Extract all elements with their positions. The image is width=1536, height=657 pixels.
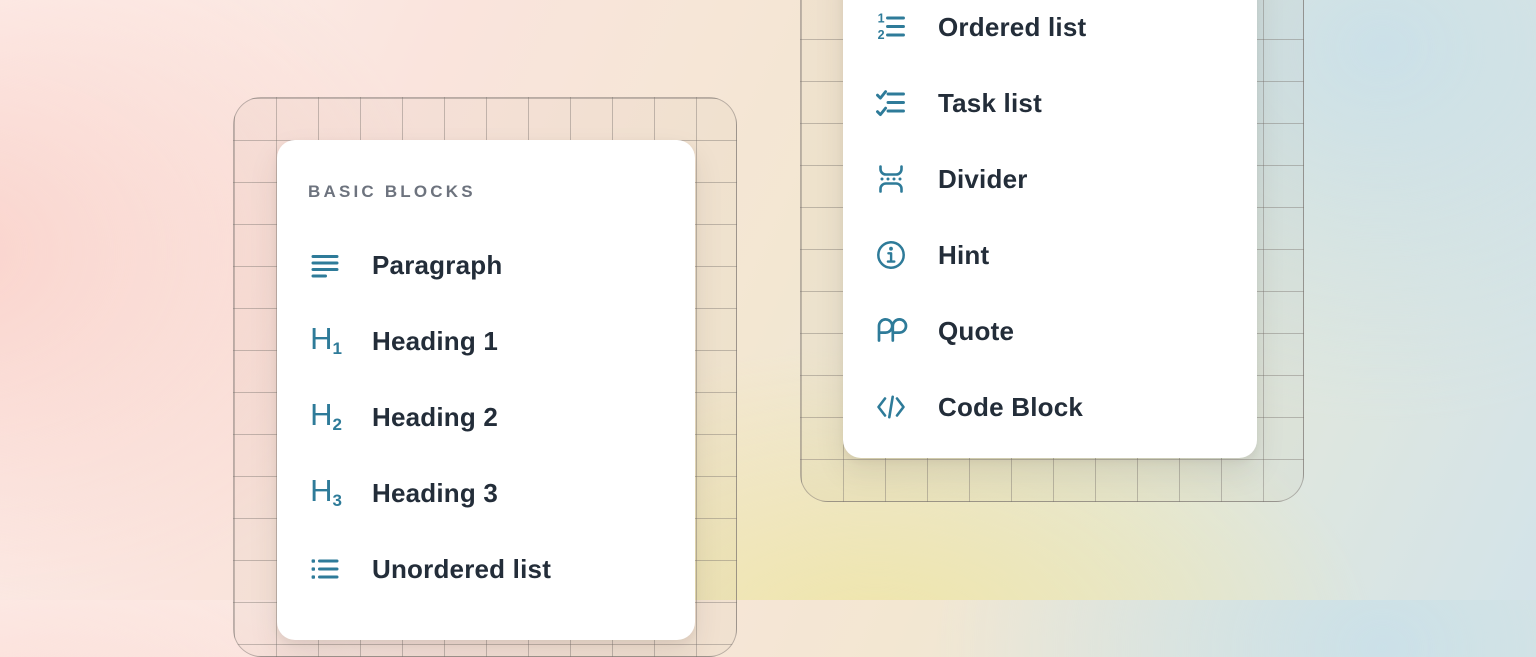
svg-text:2: 2 <box>878 28 885 42</box>
divider-icon <box>874 162 908 196</box>
menu-item-task-list[interactable]: Task list <box>874 65 1257 141</box>
unordered-list-icon <box>308 552 342 586</box>
menu-item-label: Heading 2 <box>372 402 498 433</box>
menu-item-label: Ordered list <box>938 12 1086 43</box>
heading-1-icon: H1 <box>308 324 342 358</box>
block-menu-card-basic: BASIC BLOCKS Paragraph H1 Heading 1 H2 H… <box>277 140 695 640</box>
hint-icon <box>874 238 908 272</box>
menu-item-heading-2[interactable]: H2 Heading 2 <box>308 379 695 455</box>
block-menu-card-extended: 1 2 Ordered list Task list <box>843 0 1257 458</box>
menu-item-ordered-list[interactable]: 1 2 Ordered list <box>874 0 1257 65</box>
section-title: BASIC BLOCKS <box>308 183 695 200</box>
menu-item-label: Heading 1 <box>372 326 498 357</box>
menu-item-label: Heading 3 <box>372 478 498 509</box>
menu-item-label: Unordered list <box>372 554 551 585</box>
menu-item-code-block[interactable]: Code Block <box>874 369 1257 445</box>
svg-text:1: 1 <box>878 11 885 25</box>
menu-item-label: Paragraph <box>372 250 502 281</box>
page-background: { "theme": { "accent_color": "#2e7b99", … <box>0 0 1536 600</box>
ordered-list-icon: 1 2 <box>874 10 908 44</box>
heading-3-icon: H3 <box>308 476 342 510</box>
menu-item-quote[interactable]: Quote <box>874 293 1257 369</box>
menu-item-label: Code Block <box>938 392 1083 423</box>
menu-item-heading-3[interactable]: H3 Heading 3 <box>308 455 695 531</box>
menu-item-label: Hint <box>938 240 989 271</box>
heading-2-icon: H2 <box>308 400 342 434</box>
menu-item-label: Divider <box>938 164 1028 195</box>
menu-item-label: Quote <box>938 316 1014 347</box>
task-list-icon <box>874 86 908 120</box>
code-block-icon <box>874 390 908 424</box>
menu-item-hint[interactable]: Hint <box>874 217 1257 293</box>
menu-item-divider[interactable]: Divider <box>874 141 1257 217</box>
paragraph-icon <box>308 248 342 282</box>
menu-item-heading-1[interactable]: H1 Heading 1 <box>308 303 695 379</box>
quote-icon <box>874 314 908 348</box>
menu-item-label: Task list <box>938 88 1042 119</box>
menu-item-paragraph[interactable]: Paragraph <box>308 227 695 303</box>
menu-item-unordered-list[interactable]: Unordered list <box>308 531 695 607</box>
